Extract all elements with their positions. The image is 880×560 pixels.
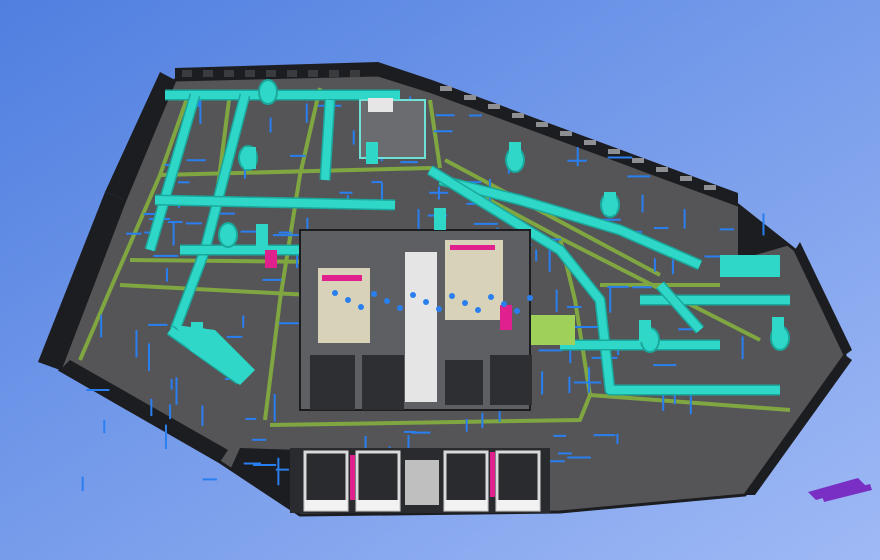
door-threshold [445,500,487,510]
shaft-block [445,360,483,405]
riser [366,142,378,164]
duct [321,99,334,181]
pipe-riser [449,293,455,299]
shaft-block [310,355,355,410]
pipe-riser [384,298,390,304]
wall-window [536,122,548,127]
core-stair [405,252,437,402]
pipe-riser [527,295,533,301]
pipe-riser [397,305,403,311]
wall-window [464,95,476,100]
pipe-magenta [500,305,512,330]
riser [434,208,446,230]
mechanical-room-right [445,240,503,320]
wall-window [203,70,213,77]
rooftop-unit [368,98,393,112]
wall-window [608,149,620,154]
pipe-riser [345,297,351,303]
pipe-riser [462,300,468,306]
duct-fitting [258,79,278,105]
wall-window [584,140,596,145]
wall-window [656,167,668,172]
pipe-riser [436,306,442,312]
shaft-block [362,355,404,410]
pipe-magenta [350,455,355,500]
wall-window [680,176,692,181]
pipe-riser [358,304,364,310]
wall-window [245,70,255,77]
pipe-magenta [490,452,495,497]
duct-fan-unit [530,315,575,345]
door-threshold [497,500,539,510]
riser [772,317,784,339]
3d-model-viewport[interactable] [0,0,880,560]
door-threshold [357,500,399,510]
shaft-block [490,355,532,405]
pipe-riser [488,294,494,300]
wall-window [512,113,524,118]
wall-window [224,70,234,77]
air-handling-unit [720,255,780,277]
duct [154,196,396,209]
entrance-frames [290,448,550,513]
door-threshold [305,500,347,510]
riser [244,147,256,169]
wall-window [440,86,452,91]
wall-window [266,70,276,77]
pipe-magenta [265,250,277,268]
pipe-magenta [322,275,362,281]
pipe-magenta [450,245,495,250]
pipe-riser [475,307,481,313]
duct-fitting [218,222,238,248]
pipe-riser [514,308,520,314]
wall-window [182,70,192,77]
pipe-riser [410,292,416,298]
grille-panel [405,460,439,505]
mep-model-scene [0,0,880,560]
pipe-riser [423,299,429,305]
pipe-riser [371,291,377,297]
wall-window [704,185,716,190]
wall-window [560,131,572,136]
riser [604,192,616,214]
riser [191,322,203,344]
pipe-riser [501,301,507,307]
wall-window [329,70,339,77]
riser [256,224,268,246]
riser [509,142,521,164]
riser [639,320,651,342]
wall-window [308,70,318,77]
wall-window [632,158,644,163]
wall-window [488,104,500,109]
wall-window [287,70,297,77]
pipe-riser [332,290,338,296]
wall-window [350,70,360,77]
